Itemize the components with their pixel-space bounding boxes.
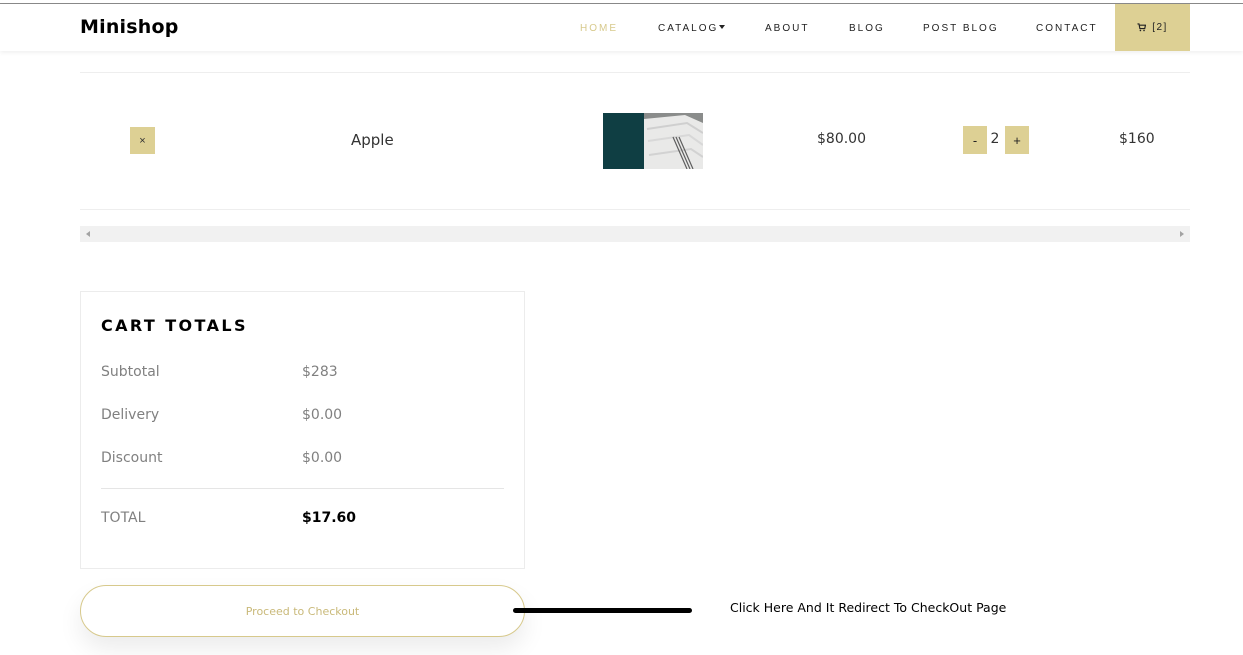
scroll-right-arrow-icon[interactable]: [1180, 231, 1184, 237]
horizontal-scrollbar[interactable]: [80, 226, 1190, 242]
totals-divider: [101, 488, 504, 489]
subtotal-label: Subtotal: [101, 364, 160, 380]
nav-catalog-label: CATALOG: [658, 23, 719, 34]
cart-totals-title: CART TOTALS: [101, 316, 248, 335]
delivery-label: Delivery: [101, 407, 160, 423]
shopping-cart-icon: [1137, 19, 1147, 37]
table-row-bottom-border: [80, 209, 1190, 210]
chevron-down-icon: [719, 25, 726, 29]
line-total: $160: [1119, 131, 1155, 147]
nav-catalog[interactable]: CATALOG: [658, 23, 726, 34]
quantity-decrease-button[interactable]: -: [963, 126, 987, 154]
total-value: $17.60: [302, 510, 357, 526]
scroll-left-arrow-icon[interactable]: [86, 231, 90, 237]
cart-button[interactable]: [2]: [1115, 4, 1190, 51]
table-row-top-border: [80, 72, 1190, 73]
unit-price: $80.00: [817, 131, 866, 147]
nav-home[interactable]: HOME: [580, 23, 618, 34]
discount-label: Discount: [101, 450, 163, 466]
total-label: TOTAL: [101, 510, 146, 526]
proceed-to-checkout-button[interactable]: Proceed to Checkout: [80, 585, 525, 637]
nav-contact[interactable]: CONTACT: [1036, 23, 1098, 34]
cart-count: [2]: [1152, 22, 1168, 33]
cart-totals-panel: CART TOTALS Subtotal $283 Delivery $0.00…: [80, 291, 525, 569]
delivery-value: $0.00: [302, 407, 343, 423]
annotation-text: Click Here And It Redirect To CheckOut P…: [730, 600, 1007, 615]
nav-post-blog[interactable]: POST BLOG: [923, 23, 999, 34]
subtotal-value: $283: [302, 364, 338, 380]
product-image: [603, 113, 703, 169]
product-name: Apple: [351, 131, 394, 149]
remove-item-button[interactable]: ×: [130, 127, 155, 154]
nav-about[interactable]: ABOUT: [765, 23, 809, 34]
navbar: Minishop HOME CATALOG ABOUT BLOG POST BL…: [0, 4, 1243, 51]
annotation-arrow-line: [513, 608, 692, 613]
nav-blog[interactable]: BLOG: [849, 23, 885, 34]
discount-value: $0.00: [302, 450, 343, 466]
quantity-value[interactable]: 2: [987, 131, 1003, 147]
quantity-increase-button[interactable]: +: [1005, 126, 1029, 154]
brand-logo[interactable]: Minishop: [80, 16, 179, 38]
